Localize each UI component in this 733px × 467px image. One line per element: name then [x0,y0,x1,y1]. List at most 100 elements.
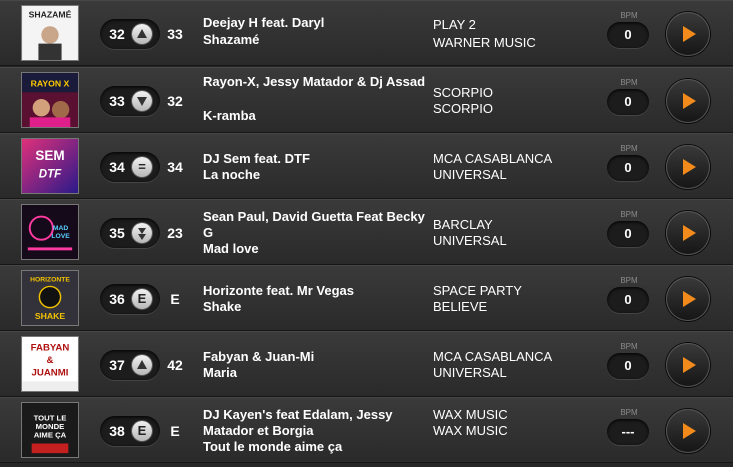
record-label: SPACE PARTY [433,283,522,298]
svg-text:LOVE: LOVE [51,233,70,240]
current-rank: 37 [109,357,125,373]
previous-rank: 23 [167,225,183,241]
svg-text:RAYON X: RAYON X [31,79,70,89]
current-rank: 35 [109,225,125,241]
album-cover[interactable]: RAYON X [21,72,79,128]
current-rank: 36 [109,291,125,307]
previous-rank: 33 [167,26,183,42]
arrow-up-icon [132,355,152,375]
track-title[interactable]: Maria [203,365,428,381]
play-button[interactable] [666,343,710,387]
current-rank: 38 [109,423,125,439]
trend-badge [132,24,152,44]
chart-list: SHAZAMÉ 32 33 Deejay H feat. Daryl Shaza… [0,0,733,467]
distributor: BELIEVE [433,299,488,314]
svg-text:MONDE: MONDE [36,422,65,431]
chart-row: FABYAN & JUANMI 37 42 Fabyan & Juan-Mi Mar… [0,331,733,397]
chart-row: TOUT LE MONDE AIME ÇA 38 E E DJ Kayen's fe… [0,397,733,463]
record-label: PLAY 2 [433,17,476,32]
chart-row: MAD LOVE 35 23 Sean Paul, David Guetta Fe… [0,199,733,265]
svg-text:SHAKE: SHAKE [35,311,66,321]
album-cover[interactable]: SEM DTF [21,138,79,194]
chart-row: SHAZAMÉ 32 33 Deejay H feat. Daryl Shaza… [0,0,733,66]
trend-badge [132,91,152,111]
previous-rank: E [170,423,180,439]
artist-name[interactable]: Horizonte feat. Mr Vegas [203,283,428,299]
previous-rank: E [170,291,180,307]
play-button[interactable] [666,277,710,321]
svg-text:SEM: SEM [35,148,64,163]
svg-text:TOUT LE: TOUT LE [34,413,67,422]
bpm-value: 0 [607,155,649,181]
chart-row: SEM DTF 34 = 34 DJ Sem feat. DTF La noche… [0,133,733,199]
distributor: UNIVERSAL [433,167,507,182]
chart-row: RAYON X 33 32 Rayon-X, Jessy Matador & D… [0,67,733,133]
track-title[interactable]: Tout le monde aime ça [203,439,428,455]
bpm-value: 0 [607,221,649,247]
svg-text:JUANMI: JUANMI [32,368,69,379]
track-title[interactable]: K-ramba [203,108,428,124]
trend-label: E [137,423,147,438]
double-arrow-down-icon [132,223,152,243]
track-title[interactable]: Mad love [203,241,428,257]
trend-badge [132,355,152,375]
current-rank: 32 [109,26,125,42]
bpm-value: 0 [607,353,649,379]
bpm-value: --- [607,419,649,445]
bpm-label: BPM [620,210,638,219]
svg-text:FABYAN: FABYAN [31,343,70,354]
record-label: MCA CASABLANCA [433,151,553,166]
previous-rank: 42 [167,357,183,373]
distributor: UNIVERSAL [433,365,507,380]
svg-text:AIME ÇA: AIME ÇA [34,431,67,440]
record-label: MCA CASABLANCA [433,349,553,364]
bpm-label: BPM [620,276,638,285]
artist-name[interactable]: Rayon-X, Jessy Matador & Dj Assad [203,74,428,106]
album-cover[interactable]: HORIZONTE SHAKE [21,270,79,326]
bpm-label: BPM [620,78,638,87]
svg-text:SHAZAMÉ: SHAZAMÉ [29,10,72,20]
artist-name[interactable]: DJ Sem feat. DTF [203,151,428,167]
distributor: SCORPIO [433,101,493,116]
previous-rank: 32 [167,93,183,109]
play-button[interactable] [666,211,710,255]
album-cover[interactable]: TOUT LE MONDE AIME ÇA [21,402,79,458]
trend-label: = [138,159,146,174]
chart-row: HORIZONTE SHAKE 36 E E Horizonte feat. Mr… [0,265,733,331]
bpm-value: 0 [607,22,649,48]
record-label: WAX MUSIC [433,407,508,422]
album-cover[interactable]: SHAZAMÉ [21,5,79,61]
trend-badge: = [132,157,152,177]
trend-badge: E [132,289,152,309]
trend-label: E [137,291,147,306]
play-button[interactable] [666,12,710,56]
trend-badge [132,223,152,243]
distributor: WAX MUSIC [433,423,508,438]
arrow-up-icon [132,24,152,44]
artist-name[interactable]: Sean Paul, David Guetta Feat Becky G [203,209,428,241]
svg-text:&: & [47,355,54,366]
svg-text:HORIZONTE: HORIZONTE [30,277,70,284]
artist-name[interactable]: Fabyan & Juan-Mi [203,349,428,365]
play-button[interactable] [666,79,710,123]
album-cover[interactable]: MAD LOVE [21,204,79,260]
play-button[interactable] [666,145,710,189]
play-button[interactable] [666,409,710,453]
svg-text:DTF: DTF [39,169,62,181]
artist-name[interactable]: Deejay H feat. Daryl [203,15,428,31]
bpm-value: 0 [607,287,649,313]
track-title[interactable]: Shake [203,299,428,315]
bpm-label: BPM [620,342,638,351]
track-title[interactable]: La noche [203,167,428,183]
bpm-value: 0 [607,89,649,115]
artist-name[interactable]: DJ Kayen's feat Edalam, Jessy Matador et… [203,407,428,439]
trend-badge: E [132,421,152,441]
record-label: SCORPIO [433,85,493,100]
bpm-label: BPM [620,11,638,20]
album-cover[interactable]: FABYAN & JUANMI [21,336,79,392]
bpm-label: BPM [620,408,638,417]
track-title[interactable]: Shazamé [203,32,428,48]
current-rank: 34 [109,159,125,175]
distributor: WARNER MUSIC [433,35,536,50]
svg-text:MAD: MAD [53,225,68,232]
